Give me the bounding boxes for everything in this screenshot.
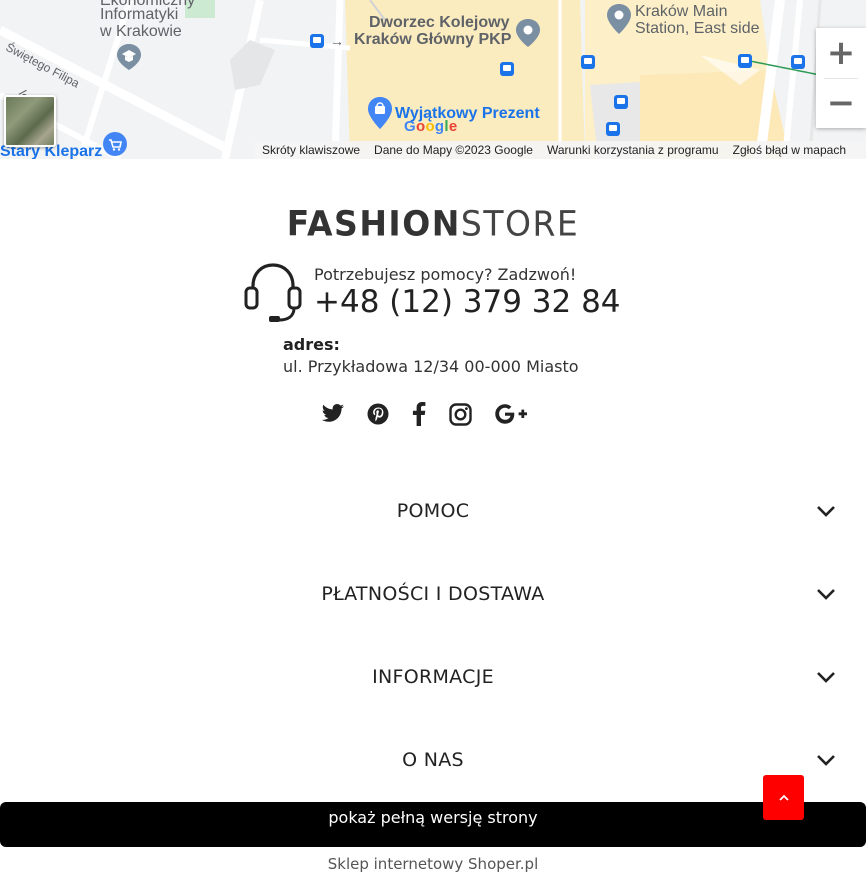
logo-bold-text: FASHION xyxy=(286,203,461,244)
chevron-down-icon xyxy=(817,589,835,600)
accordion-informacje[interactable]: INFORMACJE xyxy=(0,648,866,708)
train-stop-icon[interactable] xyxy=(791,55,805,69)
accordion-title: POMOC xyxy=(396,500,470,522)
chevron-up-icon xyxy=(778,794,789,801)
map-attribution-bar: Skróty klawiszowe Dane do Mapy ©2023 Goo… xyxy=(255,141,866,159)
map-label-krakow-main-2: Station, East side xyxy=(635,20,760,37)
map-label-krakow-main-1: Kraków Main xyxy=(635,3,728,20)
university-pin-icon[interactable] xyxy=(116,43,142,71)
chevron-down-icon xyxy=(817,672,835,683)
accordion-title: INFORMACJE xyxy=(372,666,494,688)
bus-stop-icon[interactable] xyxy=(310,34,324,48)
map-data-text: Dane do Mapy ©2023 Google xyxy=(374,143,533,157)
shopping-bag-pin-icon[interactable] xyxy=(367,96,393,130)
logo-light-text: STORE xyxy=(460,203,580,244)
facebook-icon[interactable] xyxy=(403,399,435,429)
cart-pin-icon[interactable] xyxy=(102,131,128,159)
help-text: Potrzebujesz pomocy? Zadzwoń! xyxy=(314,265,577,284)
pinterest-icon[interactable] xyxy=(362,399,394,429)
bus-stop-icon[interactable] xyxy=(581,55,595,69)
accordion-pomoc[interactable]: POMOC xyxy=(0,482,866,542)
map-label-dworzec-1: Dworzec Kolejowy xyxy=(369,14,510,31)
twitter-icon[interactable] xyxy=(317,399,349,429)
headset-icon xyxy=(244,263,302,322)
bus-stop-icon[interactable] xyxy=(614,95,628,109)
back-to-top-button[interactable] xyxy=(763,775,804,820)
full-version-button[interactable]: pokaż pełną wersję strony xyxy=(0,802,866,847)
bus-stop-icon[interactable] xyxy=(738,54,752,68)
address-text: ul. Przykładowa 12/34 00-000 Miasto xyxy=(283,357,579,376)
full-version-label: pokaż pełną wersję strony xyxy=(328,808,538,827)
bus-stop-icon[interactable] xyxy=(606,122,620,136)
map-label-uek-3: w Krakowie xyxy=(100,23,182,40)
accordion-o-nas[interactable]: O NAS xyxy=(0,731,866,791)
terms-link[interactable]: Warunki korzystania z programu xyxy=(540,143,726,157)
shoper-credit-link[interactable]: Sklep internetowy Shoper.pl xyxy=(0,855,866,873)
brand-logo[interactable]: FASHIONSTORE xyxy=(0,203,866,244)
zoom-out-button[interactable]: − xyxy=(816,78,866,128)
zoom-controls: + − xyxy=(816,28,866,128)
google-logo: Google xyxy=(404,118,458,135)
map-label-dworzec-2: Kraków Główny PKP xyxy=(354,31,512,48)
zoom-in-button[interactable]: + xyxy=(816,28,866,78)
location-pin-icon[interactable] xyxy=(606,3,632,35)
accordion-title: PŁATNOŚCI I DOSTAWA xyxy=(321,583,545,605)
zoom-divider xyxy=(824,78,858,79)
train-stop-icon[interactable] xyxy=(500,62,514,76)
address-label: adres: xyxy=(283,335,340,354)
google-map[interactable]: Ekonomiczny Informatyki w Krakowie Święt… xyxy=(0,0,866,159)
chevron-down-icon xyxy=(817,755,835,766)
keyboard-shortcuts-link[interactable]: Skróty klawiszowe xyxy=(255,143,367,157)
satellite-view-toggle[interactable] xyxy=(4,95,56,147)
phone-number-link[interactable]: +48 (12) 379 32 84 xyxy=(314,284,621,320)
accordion-platnosci-i-dostawa[interactable]: PŁATNOŚCI I DOSTAWA xyxy=(0,565,866,625)
accordion-title: O NAS xyxy=(402,749,464,771)
station-pin-icon[interactable] xyxy=(515,18,541,48)
chevron-down-icon xyxy=(817,506,835,517)
report-error-link[interactable]: Zgłoś błąd w mapach xyxy=(726,143,853,157)
instagram-icon[interactable] xyxy=(444,399,476,429)
arrow-right-icon: → xyxy=(330,33,344,49)
map-label-uek-2: Informatyki xyxy=(100,6,179,23)
google-plus-icon[interactable] xyxy=(492,399,530,429)
